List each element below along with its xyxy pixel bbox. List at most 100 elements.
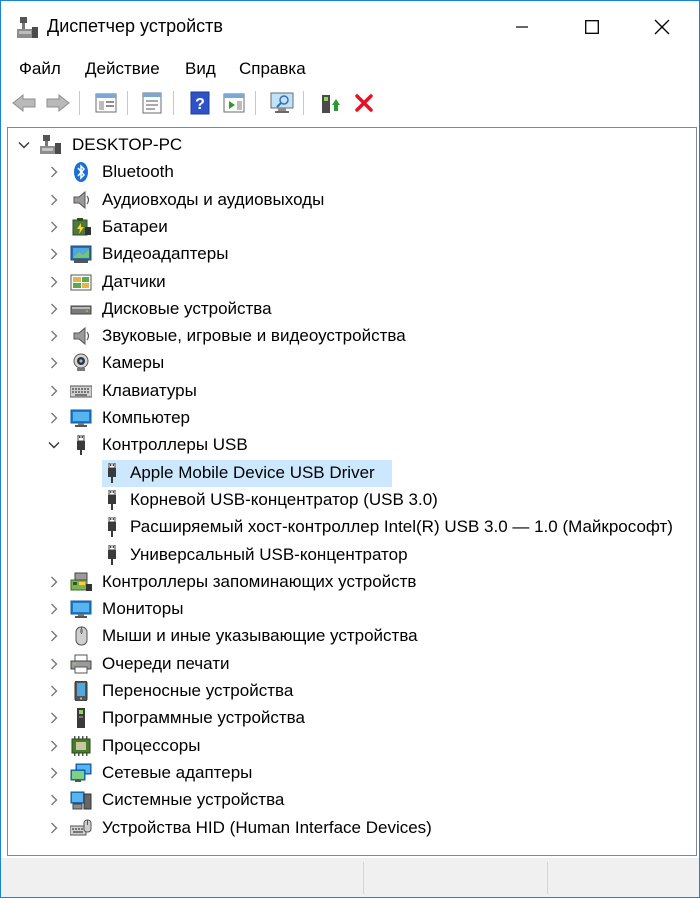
- tree-category[interactable]: Системные устройства: [8, 787, 696, 814]
- scan-hardware-button[interactable]: [269, 90, 295, 116]
- tree-item-label: Bluetooth: [102, 162, 174, 181]
- expand-chevron-icon[interactable]: [48, 356, 60, 369]
- update-driver-button[interactable]: [317, 90, 343, 116]
- tree-item-label: Системные устройства: [102, 790, 285, 809]
- tree-item-label: Устройства HID (Human Interface Devices): [102, 818, 432, 837]
- expand-chevron-icon[interactable]: [48, 821, 60, 834]
- webcam-icon: [70, 353, 92, 373]
- tree-category[interactable]: Программные устройства: [8, 705, 696, 732]
- mouse-icon: [70, 626, 92, 646]
- tree-category[interactable]: Мыши и иные указывающие устройства: [8, 623, 696, 650]
- tree-category[interactable]: Клавиатуры: [8, 378, 696, 405]
- tree-category[interactable]: Дисковые устройства: [8, 296, 696, 323]
- tree-category[interactable]: Компьютер: [8, 405, 696, 432]
- svg-text:?: ?: [195, 96, 205, 113]
- expand-chevron-icon[interactable]: [48, 329, 60, 342]
- expand-chevron-icon[interactable]: [48, 411, 60, 424]
- tree-category[interactable]: Очереди печати: [8, 651, 696, 678]
- collapse-chevron-icon[interactable]: [18, 138, 30, 150]
- tree-device-selected[interactable]: Apple Mobile Device USB Driver: [8, 460, 696, 487]
- window-title: Диспетчер устройств: [47, 16, 223, 36]
- expand-chevron-icon[interactable]: [48, 684, 60, 697]
- tree-device[interactable]: Корневой USB-концентратор (USB 3.0): [8, 487, 696, 514]
- console-tree-icon: [95, 93, 117, 113]
- tree-category[interactable]: Контроллеры запоминающих устройств: [8, 569, 696, 596]
- menu-action[interactable]: Действие: [85, 59, 160, 79]
- tree-category[interactable]: Контроллеры USB: [8, 432, 696, 459]
- tree-item-label: Мыши и иные указывающие устройства: [102, 626, 418, 645]
- show-hide-console-tree-button[interactable]: [93, 90, 119, 116]
- expand-chevron-icon[interactable]: [48, 766, 60, 779]
- tree-item-label: Батареи: [102, 217, 168, 236]
- tree-item-label: Контроллеры запоминающих устройств: [102, 572, 417, 591]
- expand-chevron-icon[interactable]: [48, 629, 60, 642]
- forward-button[interactable]: [45, 90, 71, 116]
- maximize-button[interactable]: [569, 1, 615, 53]
- tree-item-label: Apple Mobile Device USB Driver: [130, 463, 375, 482]
- tree-category[interactable]: Видеоадаптеры: [8, 241, 696, 268]
- tree-item-label: Клавиатуры: [102, 381, 197, 400]
- title-bar[interactable]: Диспетчер устройств: [1, 1, 699, 53]
- back-button[interactable]: [11, 90, 37, 116]
- tree-item-label: Аудиовходы и аудиовыходы: [102, 190, 325, 209]
- tree-category[interactable]: Мониторы: [8, 596, 696, 623]
- expand-chevron-icon[interactable]: [48, 384, 60, 397]
- usb-plug-icon: [104, 462, 126, 483]
- tree-category[interactable]: Датчики: [8, 269, 696, 296]
- collapse-chevron-icon[interactable]: [48, 438, 60, 450]
- help-button[interactable]: ?: [187, 90, 213, 116]
- expand-chevron-icon[interactable]: [48, 220, 60, 233]
- action-pane-icon: [223, 93, 245, 113]
- expand-chevron-icon[interactable]: [48, 302, 60, 315]
- tree-category[interactable]: Камеры: [8, 350, 696, 377]
- tree-category[interactable]: Переносные устройства: [8, 678, 696, 705]
- tree-category[interactable]: Аудиовходы и аудиовыходы: [8, 187, 696, 214]
- help-icon: ?: [190, 91, 210, 115]
- minimize-button[interactable]: [499, 1, 545, 53]
- system-device-icon: [70, 790, 92, 810]
- expand-chevron-icon[interactable]: [48, 193, 60, 206]
- hid-icon: [69, 818, 92, 838]
- portable-device-icon: [70, 680, 92, 702]
- device-tree[interactable]: DESKTOP-PC Bluetooth Аудиовходы и аудиовых…: [7, 127, 697, 856]
- tree-item-label: DESKTOP-PC: [72, 135, 183, 154]
- expand-chevron-icon[interactable]: [48, 657, 60, 670]
- speaker-icon: [70, 190, 92, 210]
- tree-item-label: Очереди печати: [102, 654, 230, 673]
- expand-chevron-icon[interactable]: [48, 275, 60, 288]
- monitor-icon: [70, 599, 92, 619]
- tree-category[interactable]: Звуковые, игровые и видеоустройства: [8, 323, 696, 350]
- software-device-icon: [70, 708, 92, 728]
- minimize-icon: [516, 26, 528, 28]
- device-manager-app-icon: [17, 17, 38, 38]
- tree-category[interactable]: Процессоры: [8, 733, 696, 760]
- tree-root-computer[interactable]: DESKTOP-PC: [8, 132, 696, 159]
- menu-view[interactable]: Вид: [185, 59, 216, 79]
- speaker-icon: [70, 326, 92, 346]
- uninstall-device-button[interactable]: [351, 90, 377, 116]
- tree-item-label: Универсальный USB-концентратор: [130, 545, 408, 564]
- tree-device[interactable]: Универсальный USB-концентратор: [8, 542, 696, 569]
- tree-category[interactable]: Сетевые адаптеры: [8, 760, 696, 787]
- expand-chevron-icon[interactable]: [48, 711, 60, 724]
- expand-chevron-icon[interactable]: [48, 575, 60, 588]
- expand-chevron-icon[interactable]: [48, 602, 60, 615]
- toolbar-separator: [255, 91, 256, 115]
- tree-category[interactable]: Батареи: [8, 214, 696, 241]
- action-pane-button[interactable]: [221, 90, 247, 116]
- tree-item-label: Звуковые, игровые и видеоустройства: [102, 326, 406, 345]
- expand-chevron-icon[interactable]: [48, 247, 60, 260]
- properties-icon: [142, 92, 162, 114]
- tree-category[interactable]: Bluetooth: [8, 159, 696, 186]
- close-button[interactable]: [639, 1, 685, 53]
- toolbar-separator: [79, 91, 80, 115]
- tree-device[interactable]: Расширяемый хост-контроллер Intel(R) USB…: [8, 514, 696, 541]
- properties-button[interactable]: [139, 90, 165, 116]
- expand-chevron-icon[interactable]: [48, 739, 60, 752]
- tree-item-label: Переносные устройства: [102, 681, 294, 700]
- expand-chevron-icon[interactable]: [48, 165, 60, 178]
- menu-help[interactable]: Справка: [239, 59, 306, 79]
- expand-chevron-icon[interactable]: [48, 793, 60, 806]
- tree-category[interactable]: Устройства HID (Human Interface Devices): [8, 815, 696, 842]
- menu-file[interactable]: Файл: [19, 59, 61, 79]
